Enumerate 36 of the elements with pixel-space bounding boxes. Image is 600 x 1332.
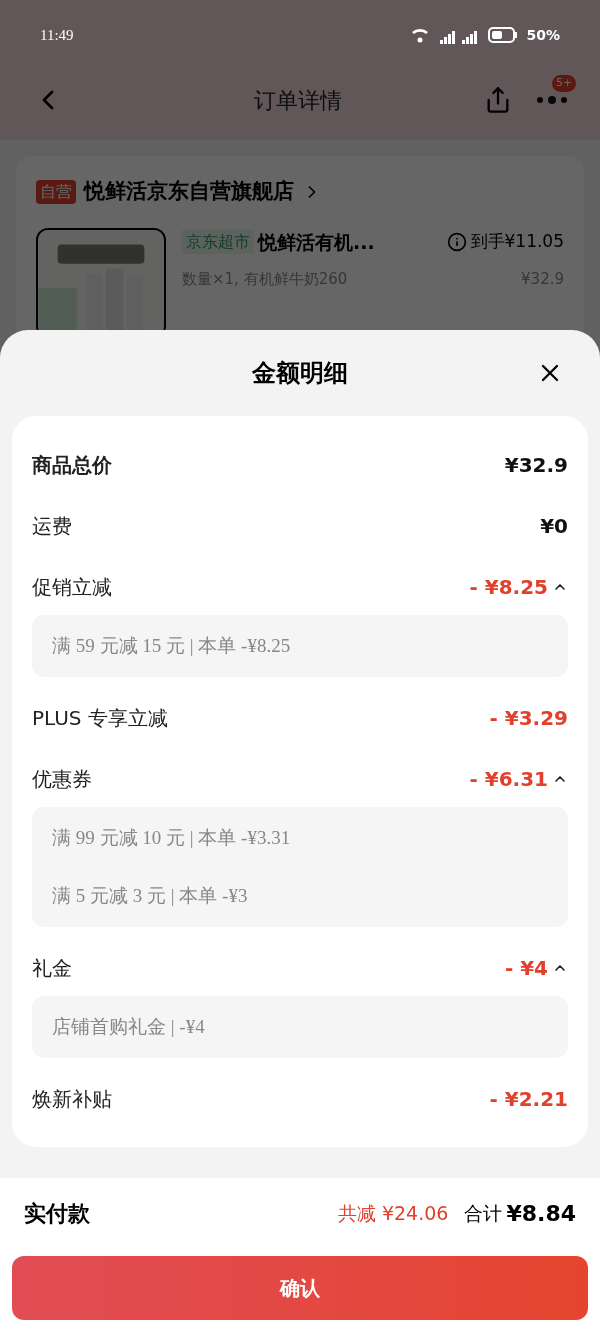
status-time: 11:49: [40, 25, 74, 45]
row-label: PLUS 专享立减: [32, 704, 168, 732]
row-label: 促销立减: [32, 573, 112, 601]
row-amount: - ¥6.31: [469, 765, 548, 793]
product-name: 悦鲜活有机...: [258, 229, 375, 255]
pay-label: 实付款: [24, 1199, 90, 1228]
total-label: 合计: [464, 1200, 503, 1226]
row-amount: ¥32.9: [504, 451, 568, 479]
detail-text: 店铺首购礼金 | -¥4: [52, 1015, 206, 1039]
detail-text: 满 59 元减 15 元 | 本单 -¥8.25: [52, 634, 292, 658]
row-label: 运费: [32, 512, 72, 540]
row-amount: ¥0: [540, 512, 568, 540]
total-saved: 共减 ¥24.06: [337, 1200, 449, 1226]
row-amount: - ¥2.21: [489, 1085, 568, 1113]
confirm-button[interactable]: 确认: [12, 1256, 588, 1320]
row-amount: - ¥3.29: [489, 704, 568, 732]
final-price: 到手¥11.05: [470, 230, 564, 253]
info-icon[interactable]: [446, 231, 467, 252]
detail-text: 满 5 元减 3 元 | 本单 -¥3: [52, 884, 249, 908]
sheet-title: 金额明细: [252, 358, 348, 389]
row-label: 焕新补贴: [32, 1085, 112, 1113]
store-tag: 自营: [36, 179, 76, 204]
notification-badge: 5+: [552, 75, 577, 92]
row-label: 礼金: [32, 954, 72, 982]
detail-text: 满 99 元减 10 元 | 本单 -¥3.31: [52, 826, 292, 850]
battery-level: 50%: [526, 25, 560, 45]
store-name[interactable]: 悦鲜活京东自营旗舰店: [84, 176, 294, 208]
more-icon[interactable]: [536, 95, 568, 105]
row-label: 商品总价: [32, 451, 112, 479]
total-amount: ¥8.84: [506, 1199, 576, 1228]
row-amount: - ¥8.25: [469, 573, 548, 601]
battery-icon: [488, 27, 519, 43]
channel-tag: 京东超市: [182, 229, 254, 254]
row-label: 优惠券: [32, 765, 92, 793]
page-title: 订单详情: [254, 86, 342, 115]
row-amount: - ¥4: [504, 954, 548, 982]
